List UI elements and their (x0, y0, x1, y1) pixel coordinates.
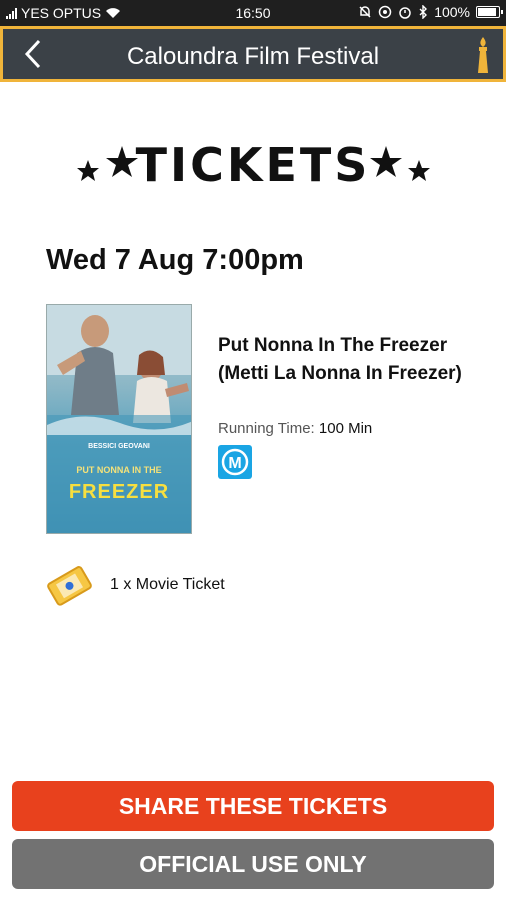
stars-right-icon (370, 146, 430, 181)
rating-label: M (228, 455, 241, 472)
ticket-icon (47, 566, 92, 606)
app-title: Caloundra Film Festival (126, 43, 380, 70)
torch-icon (478, 37, 488, 73)
share-tickets-button[interactable]: SHARE THESE TICKETS (12, 781, 494, 831)
running-time-label: Running Time: (218, 420, 315, 437)
poster-title-line1: PUT NONNA IN THE (76, 465, 162, 475)
tickets-heading: TICKETS (0, 128, 506, 198)
running-time: Running Time: 100 Min (218, 420, 372, 437)
ticket-summary: 1 x Movie Ticket (110, 576, 225, 593)
alarm-icon (399, 7, 411, 19)
film-title: Put Nonna In The Freezer (Metti La Nonna… (218, 335, 462, 384)
running-time-value: 100 Min (318, 420, 373, 437)
data-saver-icon (378, 5, 392, 19)
app-bar: Caloundra Film Festival (0, 26, 506, 82)
poster-names: BESSICI GEOVANI (88, 443, 150, 450)
status-bar: YES OPTUS 16:50 100% (0, 0, 506, 26)
session-date-time: Wed 7 Aug 7:00pm (46, 244, 304, 276)
bluetooth-icon (419, 5, 428, 19)
official-use-button[interactable]: OFFICIAL USE ONLY (12, 839, 494, 889)
film-poster: BESSICI GEOVANI PUT NONNA IN THE FREEZER (46, 304, 192, 534)
battery-icon (476, 6, 503, 18)
status-right: 100% (358, 4, 503, 20)
battery-percent: 100% (434, 4, 470, 20)
rating-m-icon: M (221, 448, 249, 476)
poster-title-line2: FREEZER (68, 481, 170, 503)
mute-bell-icon (359, 6, 371, 18)
rating-badge: M (218, 445, 252, 479)
